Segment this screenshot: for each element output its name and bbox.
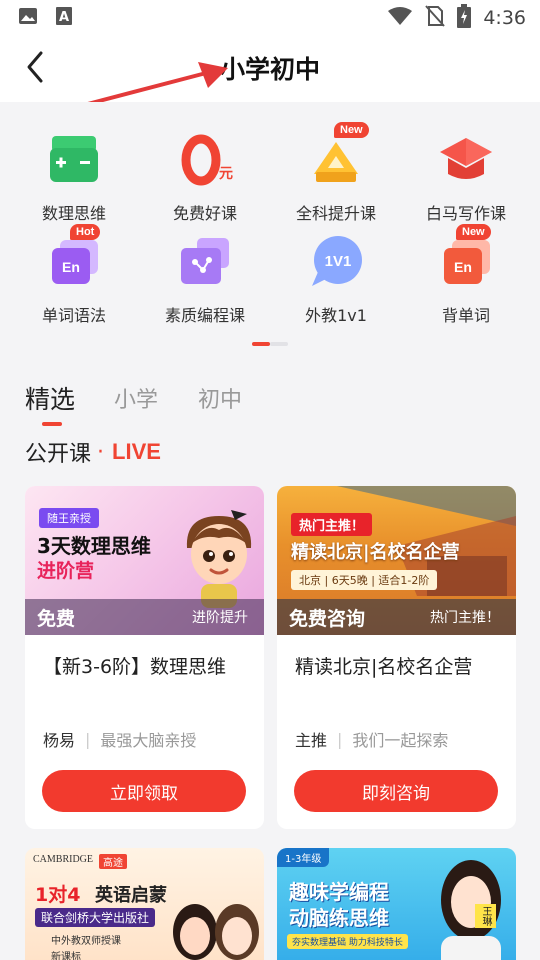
category-foreign-teacher[interactable]: 1V1 外教1v1	[269, 232, 403, 332]
calculator-icon	[42, 130, 106, 194]
claim-now-button[interactable]: 立即领取	[42, 770, 246, 812]
course-card[interactable]: 随王亲授 3天数理思维 进阶营 免费 进阶提升 【新3-6阶】数理思维 杨易 |…	[25, 486, 264, 829]
cover-tag: 热门主推！	[291, 513, 373, 536]
course-cover: 热门主推！ 精读北京|名校名企营 北京 | 6天5晚 | 适合1-2阶 免费咨询…	[277, 486, 516, 635]
new-tag: New	[456, 224, 491, 240]
course-title: 【新3-6阶】数理思维	[43, 656, 227, 678]
wifi-icon	[387, 6, 413, 30]
course-title-a: 1对4	[35, 884, 81, 906]
course-card[interactable]: 热门主推！ 精读北京|名校名企营 北京 | 6天5晚 | 适合1-2阶 免费咨询…	[277, 486, 516, 829]
teacher-name: 杨易	[43, 731, 76, 750]
category-coding[interactable]: 素质编程课	[138, 232, 272, 332]
tab-junior[interactable]: 初中	[198, 382, 242, 414]
teacher-illustration	[427, 854, 515, 960]
section-heading: 公开课 · LIVE	[25, 436, 161, 468]
cover-bar: 免费咨询 热门主推！	[277, 599, 516, 635]
section-title: 公开课	[25, 442, 92, 467]
cover-tag: 随王亲授	[39, 508, 99, 528]
hot-tag: Hot	[70, 224, 101, 240]
category-label: 外教1v1	[305, 306, 367, 325]
content-tabs: 精选 小学 初中	[0, 364, 540, 430]
coding-icon	[173, 232, 237, 296]
teachers-illustration	[165, 892, 261, 960]
page-indicator-active	[252, 342, 270, 346]
text-a-icon: A	[54, 6, 74, 30]
cover-sub-label: 进阶提升	[192, 610, 248, 626]
meta-divider: |	[85, 729, 91, 749]
mascot-illustration	[175, 508, 263, 612]
course-title: 精读北京|名校名企营	[295, 656, 473, 678]
category-label: 背单词	[441, 306, 490, 325]
tab-primary[interactable]: 小学	[114, 382, 158, 414]
publisher-label: CAMBRIDGE	[33, 854, 94, 865]
en-card-icon: En Hot	[42, 224, 106, 296]
category-all-subjects[interactable]: New 全科提升课	[269, 122, 403, 230]
svg-text:A: A	[59, 10, 69, 25]
cover-consult-label: 免费咨询	[289, 607, 366, 630]
triangle-book-icon: New	[304, 122, 369, 194]
brand-tag: 高途	[99, 854, 127, 869]
page-indicator-inactive	[270, 342, 288, 346]
teacher-name-tag: 王琳	[475, 904, 496, 928]
teacher-name: 主推	[295, 731, 328, 750]
course-card[interactable]: CAMBRIDGE 高途 1对4 英语启蒙 联合剑桥大学出版社 中外教双师授课 …	[25, 848, 264, 960]
category-label: 全科提升课	[295, 204, 376, 223]
consult-now-button[interactable]: 即刻咨询	[294, 770, 498, 812]
bullet-2: 新课标	[51, 952, 81, 960]
cover-title-line2: 进阶营	[37, 560, 95, 582]
category-label: 免费好课	[172, 204, 237, 223]
cover-title: 精读北京|名校名企营	[291, 542, 460, 563]
cover-sub-label: 热门主推！	[430, 610, 500, 626]
image-icon	[18, 6, 38, 30]
category-label: 数理思维	[41, 204, 106, 223]
grade-tag: 1-3年级	[277, 848, 330, 867]
category-label: 单词语法	[41, 306, 106, 325]
status-time: 4:36	[483, 7, 526, 29]
tab-underline	[42, 422, 62, 426]
category-grid: 数理思维 元 免费好课 New 全科提升课 白马写作课 En Hot 单词语法 …	[0, 102, 540, 364]
cover-free-label: 免费	[37, 607, 76, 630]
category-math-thinking[interactable]: 数理思维	[7, 130, 141, 230]
svg-text:1V1: 1V1	[325, 253, 352, 270]
course-meta: 杨易 | 最强大脑亲授	[43, 727, 196, 751]
chat-1v1-icon: 1V1	[304, 232, 368, 296]
course-card[interactable]: 1-3年级 趣味学编程 动脑练思维 夯实数理基础 助力科技特长 王琳	[277, 848, 516, 960]
bullet-1: 中外教双师授课	[51, 936, 121, 947]
category-free-courses[interactable]: 元 免费好课	[138, 130, 272, 230]
status-bar: A 4:36	[0, 0, 540, 36]
cover-title-line1: 3天数理思维	[37, 534, 151, 558]
course-subtitle: 夯实数理基础 助力科技特长	[287, 934, 408, 949]
category-vocab-grammar[interactable]: En Hot 单词语法	[7, 224, 141, 332]
course-title-line1: 趣味学编程	[289, 880, 389, 904]
live-dot: ·	[97, 439, 105, 465]
cover-info: 北京 | 6天5晚 | 适合1-2阶	[291, 570, 438, 590]
course-subtitle: 联合剑桥大学出版社	[35, 908, 156, 927]
svg-text:En: En	[62, 259, 80, 275]
zero-yuan-icon: 元	[173, 130, 237, 194]
teacher-desc: 最强大脑亲授	[100, 731, 197, 750]
cover-bar: 免费 进阶提升	[25, 599, 264, 635]
live-badge: LIVE	[112, 439, 161, 464]
graduation-cap-icon	[434, 130, 498, 194]
category-label: 素质编程课	[164, 306, 245, 325]
course-title-b: 英语启蒙	[95, 885, 167, 906]
category-writing[interactable]: 白马写作课	[399, 130, 533, 230]
en-word-icon: En New	[434, 224, 498, 296]
new-tag: New	[334, 122, 369, 138]
svg-text:En: En	[454, 259, 472, 275]
meta-divider: |	[337, 729, 343, 749]
tab-featured[interactable]: 精选	[25, 380, 75, 416]
category-memorize-words[interactable]: En New 背单词	[399, 224, 533, 332]
no-sim-icon	[425, 5, 446, 31]
battery-charging-icon	[457, 4, 472, 32]
course-title-line2: 动脑练思维	[289, 906, 389, 930]
category-label: 白马写作课	[425, 204, 506, 223]
page-indicator	[252, 342, 288, 346]
teacher-desc: 我们一起探索	[352, 731, 449, 750]
svg-text:元: 元	[219, 166, 233, 182]
course-meta: 主推 | 我们一起探索	[295, 727, 448, 751]
course-cover: 随王亲授 3天数理思维 进阶营 免费 进阶提升	[25, 486, 264, 635]
